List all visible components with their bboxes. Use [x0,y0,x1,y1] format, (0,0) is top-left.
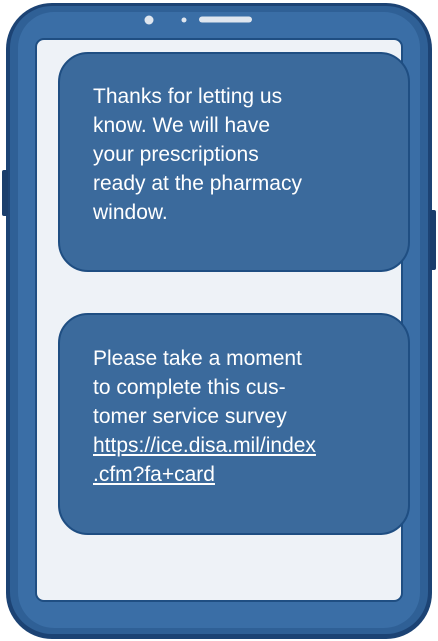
front-camera-icon [144,15,154,25]
message-line: Please take a moment [93,347,302,370]
volume-button[interactable] [2,170,8,216]
message-line: tomer service survey [93,405,287,428]
message-line: Thanks for letting us [93,85,283,108]
phone-chin [40,603,398,625]
message-line: ready at the pharmacy [93,172,302,195]
survey-link[interactable]: https://ice.disa.mil/index [93,431,388,460]
power-button[interactable] [430,210,436,270]
speaker-grille-icon [199,16,252,23]
message-bubble-survey: Please take a moment to complete this cu… [58,313,410,535]
survey-link[interactable]: .cfm?fa+card [93,460,388,489]
message-line: window. [93,201,168,224]
message-line: know. We will have [93,114,271,137]
message-bubble-confirmation: Thanks for letting us know. We will have… [58,52,410,272]
message-line: your prescriptions [93,143,259,166]
sensor-icon [181,17,187,23]
message-line: to complete this cus- [93,376,286,399]
